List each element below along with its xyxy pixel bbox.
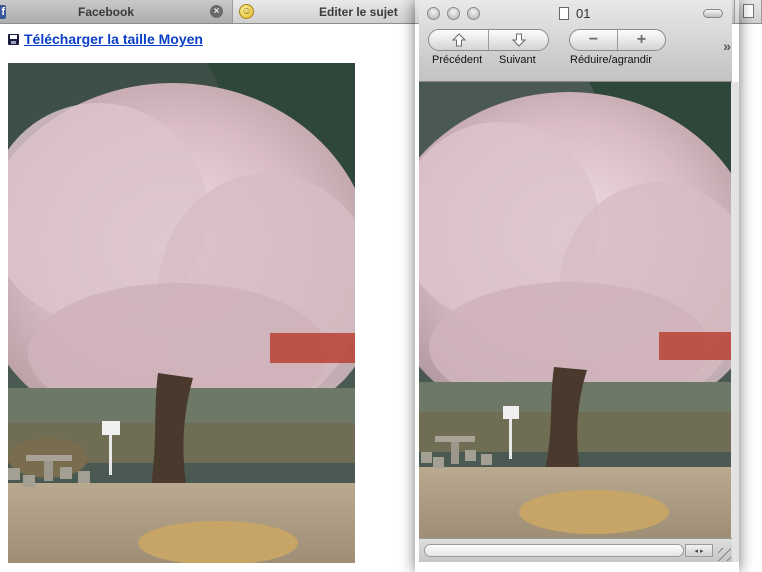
close-window-button[interactable] bbox=[427, 7, 440, 20]
tab-editer-le-sujet[interactable]: ☺ Editer le sujet bbox=[233, 0, 423, 23]
previous-button[interactable] bbox=[429, 30, 488, 50]
zoom-control: − + bbox=[569, 29, 666, 51]
preview-image bbox=[419, 82, 731, 538]
preview-statusbar: ◂ ▸ bbox=[419, 538, 732, 562]
vertical-scrollbar-area bbox=[731, 82, 739, 562]
tab-label: Facebook bbox=[77, 4, 134, 19]
zoom-out-button[interactable]: − bbox=[570, 30, 617, 50]
cherry-tree-photo bbox=[8, 63, 355, 563]
zoom-window-button[interactable] bbox=[467, 7, 480, 20]
toolbar-toggle-button[interactable] bbox=[703, 9, 723, 18]
download-link-label: Télécharger la taille Moyen bbox=[24, 31, 203, 47]
tab-facebook[interactable]: f Facebook × bbox=[0, 0, 233, 23]
download-medium-link[interactable]: Télécharger la taille Moyen bbox=[8, 31, 203, 47]
zoom-label: Réduire/agrandir bbox=[570, 54, 652, 66]
window-title-text: 01 bbox=[576, 6, 591, 21]
preview-toolbar: 01 − + Précédent Suivant Réduire/agrandi… bbox=[419, 0, 732, 82]
zoom-in-button[interactable]: + bbox=[617, 30, 665, 50]
previous-label: Précédent bbox=[432, 54, 483, 66]
prev-next-control bbox=[428, 29, 549, 51]
arrow-up-icon bbox=[451, 33, 466, 47]
close-icon[interactable]: × bbox=[210, 5, 223, 18]
smiley-icon: ☺ bbox=[239, 4, 254, 19]
next-button[interactable] bbox=[488, 30, 548, 50]
horizontal-scrollbar[interactable] bbox=[424, 544, 684, 557]
document-icon bbox=[559, 7, 569, 20]
page-icon bbox=[743, 4, 754, 18]
toolbar-overflow-button[interactable]: » bbox=[723, 38, 731, 54]
tab-label: Editer le sujet bbox=[319, 4, 398, 19]
scroll-arrows[interactable]: ◂ ▸ bbox=[685, 544, 713, 557]
window-title: 01 bbox=[559, 6, 590, 21]
minimize-window-button[interactable] bbox=[447, 7, 460, 20]
floppy-disk-icon bbox=[8, 33, 19, 45]
next-label: Suivant bbox=[499, 54, 536, 66]
resize-grip-icon[interactable] bbox=[718, 548, 731, 561]
arrow-down-icon bbox=[511, 33, 526, 47]
